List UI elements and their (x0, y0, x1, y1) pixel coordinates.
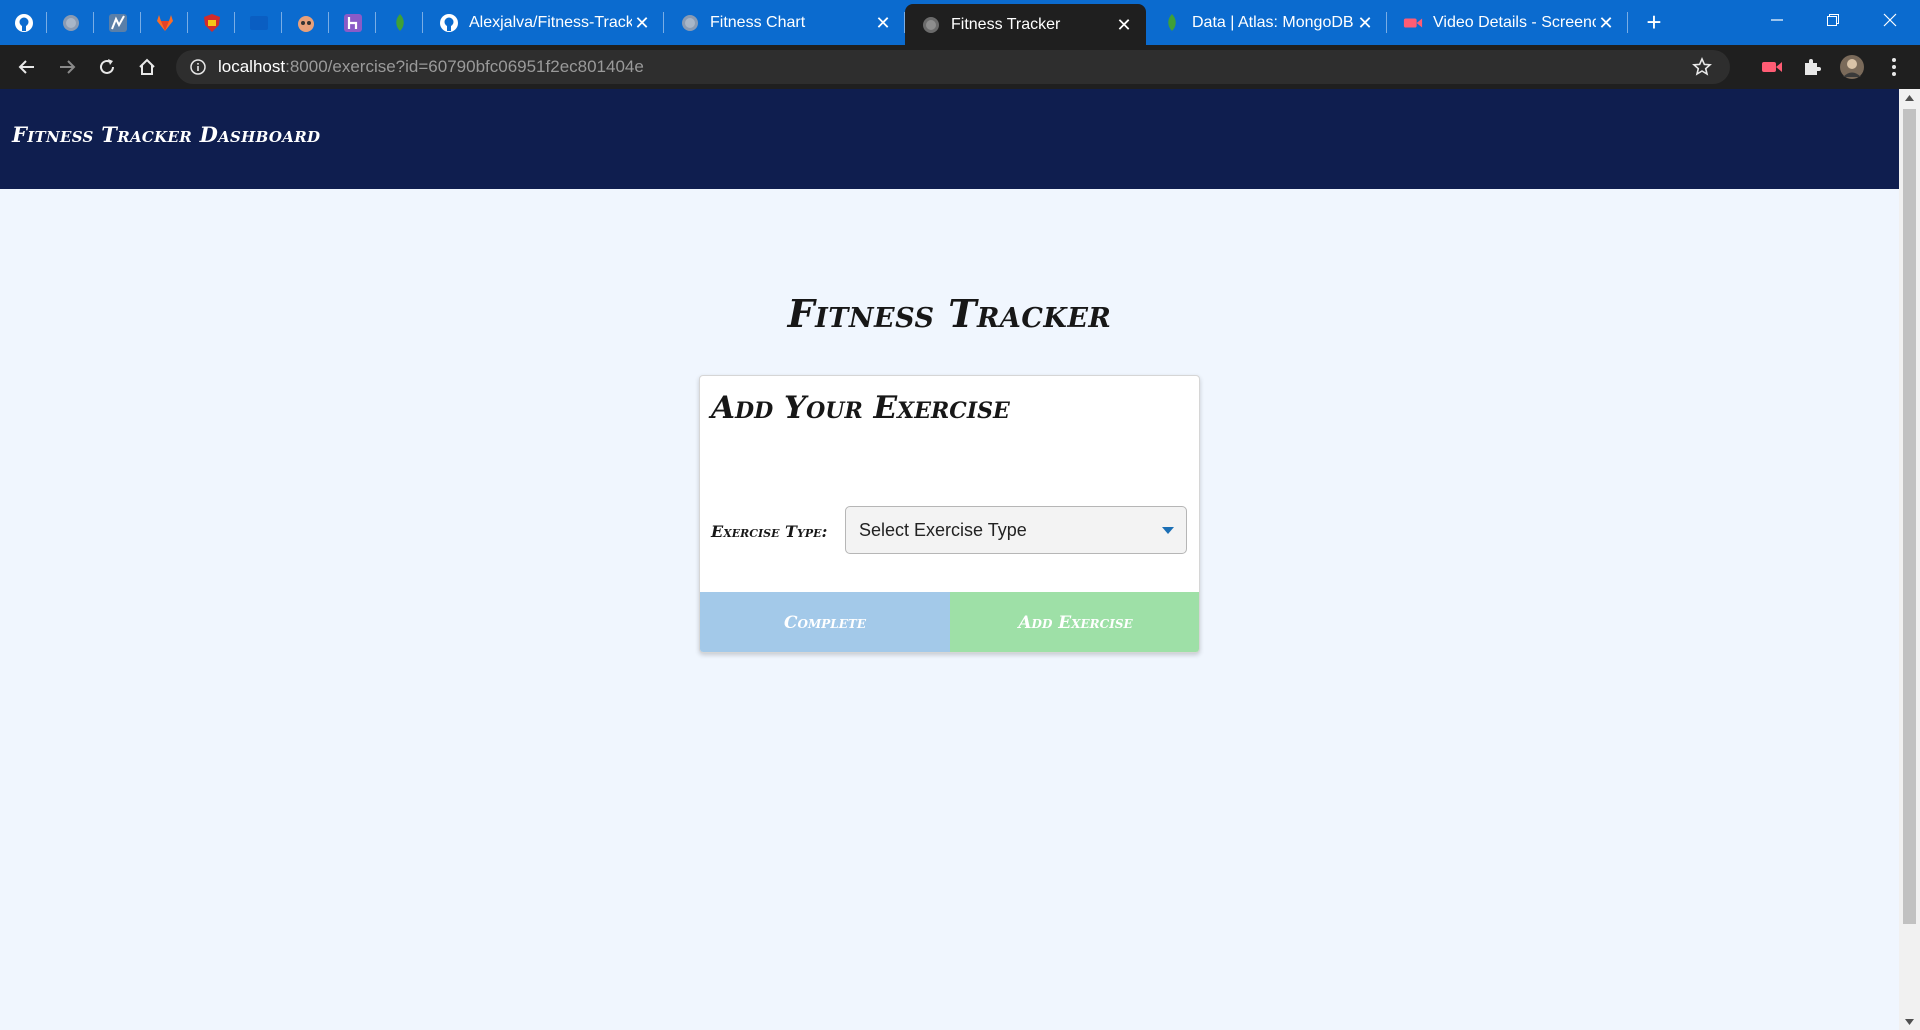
page-title: Fitness Tracker (787, 291, 1112, 336)
add-exercise-card: Add Your Exercise Exercise Type: Select … (699, 375, 1200, 653)
extensions-button[interactable] (1798, 53, 1826, 81)
restore-button[interactable] (1805, 0, 1861, 40)
scrollbar-thumb[interactable] (1903, 109, 1916, 924)
tab-fitness-tracker[interactable]: Fitness Tracker ✕ (905, 4, 1146, 45)
globe-icon (923, 16, 939, 33)
navbar: Fitness Tracker Dashboard (0, 89, 1899, 189)
tab-github-repo[interactable]: Alexjalva/Fitness-Tracking ✕ (423, 0, 664, 45)
restore-icon (1827, 14, 1839, 26)
mongodb-leaf-icon (395, 13, 404, 31)
close-icon[interactable]: ✕ (1596, 13, 1616, 33)
shield-app-icon (203, 13, 220, 32)
screencastify-icon (1403, 17, 1423, 28)
screencastify-extension-button[interactable] (1758, 53, 1786, 81)
tab-title: Fitness Chart (710, 13, 806, 31)
close-icon[interactable]: ✕ (1114, 15, 1134, 35)
forward-button[interactable] (53, 53, 81, 81)
puzzle-icon (1805, 59, 1821, 75)
pinned-tab-shield-app[interactable] (188, 0, 235, 45)
address-bar[interactable]: localhost:8000/exercise?id=60790bfc06951… (176, 50, 1730, 84)
tab-title: Video Details - Screencastify (1433, 13, 1596, 31)
gitlab-icon (156, 14, 173, 31)
new-tab-button[interactable]: + (1634, 0, 1674, 45)
globe-icon (62, 14, 79, 31)
exercise-type-label: Exercise Type: (711, 522, 828, 541)
blue-app-icon (249, 15, 268, 30)
tab-title: Data | Atlas: MongoDB Atlas (1192, 13, 1355, 31)
tab-title: Fitness Tracker (951, 15, 1061, 33)
exercise-type-select[interactable]: Select Exercise Type (845, 506, 1187, 554)
profile-button[interactable] (1838, 53, 1866, 81)
complete-button[interactable]: Complete (700, 592, 950, 652)
close-icon[interactable]: ✕ (632, 13, 652, 33)
browser-toolbar: localhost:8000/exercise?id=60790bfc06951… (0, 45, 1920, 89)
scroll-up-arrow-icon[interactable] (1899, 89, 1920, 106)
tab-mongodb-atlas[interactable]: Data | Atlas: MongoDB Atlas ✕ (1146, 0, 1387, 45)
pinned-tab-chart-app[interactable] (94, 0, 141, 45)
navbar-brand[interactable]: Fitness Tracker Dashboard (12, 122, 320, 147)
pinned-tab-blue-app[interactable] (235, 0, 282, 45)
pinned-tab-mongodb[interactable] (376, 0, 423, 45)
browser-tab-strip: Alexjalva/Fitness-Tracking ✕ Fitness Cha… (0, 0, 1920, 45)
minimize-button[interactable] (1749, 0, 1805, 40)
scroll-down-arrow-icon[interactable] (1899, 1013, 1920, 1030)
window-close-button[interactable] (1862, 0, 1918, 40)
add-exercise-button[interactable]: Add Exercise (950, 592, 1199, 652)
kebab-menu-icon (1892, 58, 1896, 76)
globe-icon (682, 14, 698, 31)
reload-button[interactable] (93, 53, 121, 81)
pinned-tab-globe[interactable] (47, 0, 94, 45)
heroku-icon (343, 13, 362, 32)
back-button[interactable] (13, 53, 41, 81)
page-scrollbar[interactable] (1899, 89, 1920, 1030)
card-title: Add Your Exercise (711, 390, 1010, 426)
back-arrow-icon (18, 60, 34, 74)
pinned-tab-bot-app[interactable] (282, 0, 329, 45)
tab-screencastify[interactable]: Video Details - Screencastify ✕ (1387, 0, 1628, 45)
tab-title: Alexjalva/Fitness-Tracking (469, 13, 632, 31)
minimize-icon (1771, 19, 1783, 21)
screencastify-icon (1762, 62, 1782, 72)
forward-arrow-icon (60, 60, 76, 74)
close-icon[interactable]: ✕ (873, 13, 893, 33)
pinned-tab-gitlab[interactable] (141, 0, 188, 45)
tab-fitness-chart[interactable]: Fitness Chart ✕ (664, 0, 905, 45)
url-path: :8000/exercise?id=60790bfc06951f2ec80140… (285, 57, 644, 76)
caret-down-icon (1162, 527, 1174, 534)
url-host: localhost (218, 57, 286, 76)
info-icon[interactable] (190, 59, 206, 75)
reload-icon (100, 59, 114, 74)
plus-icon: + (1646, 7, 1662, 37)
browser-menu-button[interactable] (1880, 53, 1908, 81)
bot-app-icon (297, 15, 314, 32)
home-button[interactable] (133, 53, 161, 81)
exercise-type-value: Select Exercise Type (859, 519, 1027, 540)
chart-app-icon (108, 13, 127, 32)
page-content: Fitness Tracker Dashboard Fitness Tracke… (0, 89, 1899, 1030)
github-icon (14, 13, 33, 32)
close-icon (1883, 13, 1897, 27)
mongodb-leaf-icon (1168, 13, 1176, 31)
avatar-icon (1840, 55, 1864, 79)
github-icon (440, 13, 458, 32)
home-icon (139, 58, 155, 75)
pinned-tab-github[interactable] (0, 0, 47, 45)
star-icon[interactable] (1692, 57, 1712, 77)
close-icon[interactable]: ✕ (1355, 13, 1375, 33)
pinned-tab-heroku[interactable] (329, 0, 376, 45)
